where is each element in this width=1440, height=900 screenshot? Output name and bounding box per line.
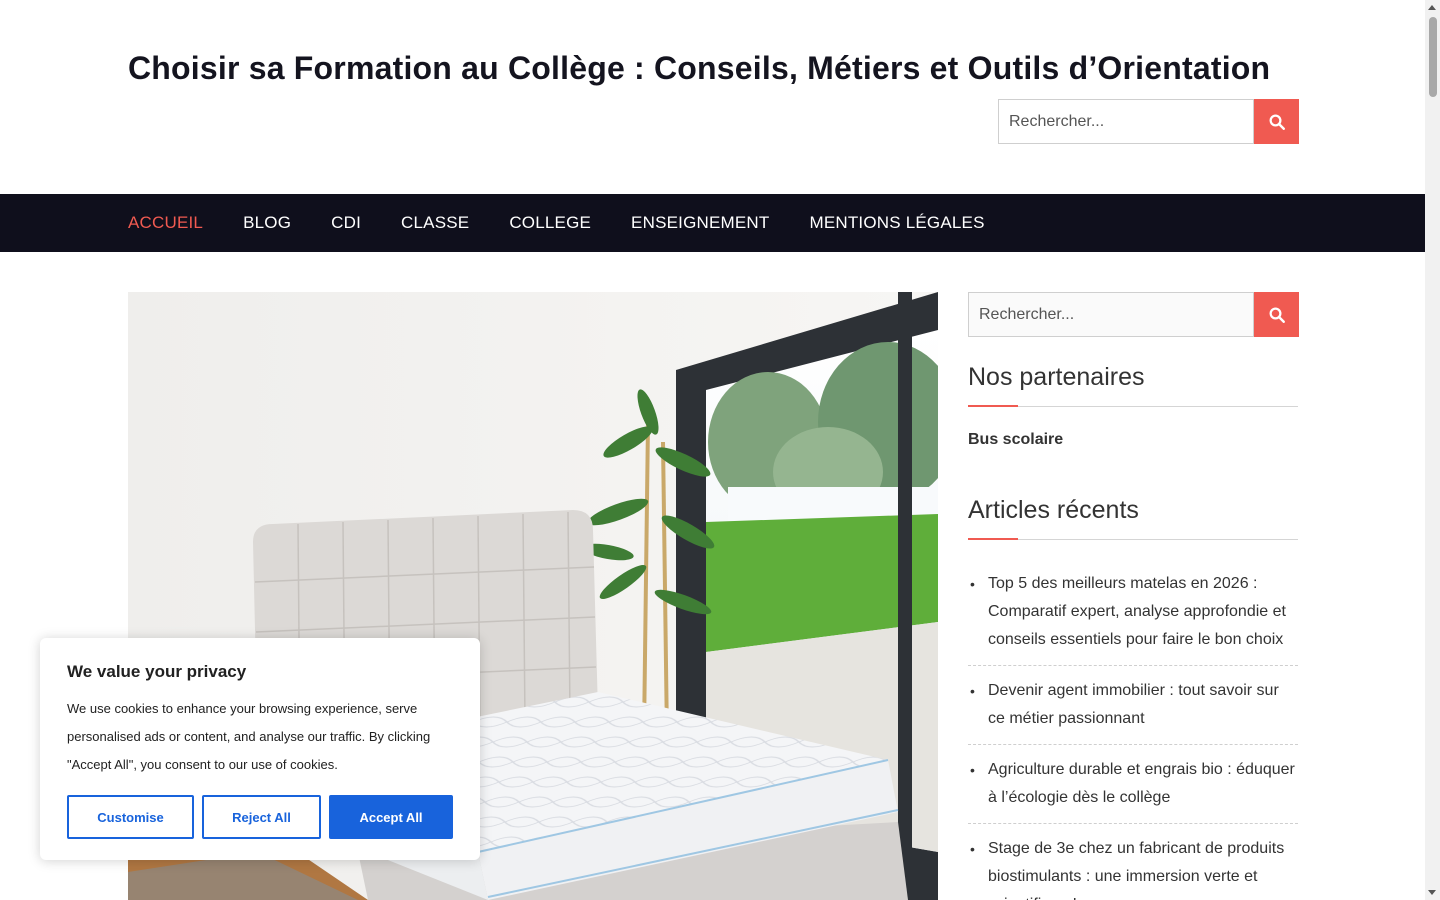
scroll-up-arrow-icon[interactable] — [1428, 5, 1436, 10]
main-nav: ACCUEIL BLOG CDI CLASSE COLLEGE ENSEIGNE… — [0, 194, 1425, 252]
search-icon — [1269, 307, 1285, 323]
nav-item-cdi[interactable]: CDI — [331, 213, 361, 233]
site-title[interactable]: Choisir sa Formation au Collège : Consei… — [128, 50, 1270, 87]
cookie-accept-button[interactable]: Accept All — [329, 795, 453, 839]
nav-item-classe[interactable]: CLASSE — [401, 213, 469, 233]
recent-article-link[interactable]: Stage de 3e chez un fabricant de produit… — [968, 835, 1298, 900]
recent-article-link[interactable]: Agriculture durable et engrais bio : édu… — [968, 756, 1298, 824]
header-search-button[interactable] — [1254, 99, 1299, 144]
recent-articles-list: Top 5 des meilleurs matelas en 2026 : Co… — [968, 570, 1298, 900]
sidebar-search-input[interactable] — [968, 292, 1254, 337]
cookie-title: We value your privacy — [67, 662, 247, 681]
nav-item-blog[interactable]: BLOG — [243, 213, 291, 233]
recent-divider — [968, 538, 1298, 540]
recent-article-link[interactable]: Devenir agent immobilier : tout savoir s… — [968, 677, 1298, 745]
header-search-input[interactable] — [998, 99, 1254, 144]
scroll-down-arrow-icon[interactable] — [1428, 890, 1436, 895]
partners-divider — [968, 405, 1298, 407]
nav-item-enseignement[interactable]: ENSEIGNEMENT — [631, 213, 769, 233]
cookie-customise-button[interactable]: Customise — [67, 795, 194, 839]
cookie-consent-banner: We value your privacy We use cookies to … — [40, 638, 480, 860]
partner-link-bus-scolaire[interactable]: Bus scolaire — [968, 431, 1063, 449]
sidebar-search — [968, 292, 1299, 337]
page: Choisir sa Formation au Collège : Consei… — [0, 0, 1425, 900]
scrollbar-thumb[interactable] — [1429, 17, 1437, 97]
recent-widget-title: Articles récents — [968, 496, 1139, 524]
recent-article-link[interactable]: Top 5 des meilleurs matelas en 2026 : Co… — [968, 570, 1298, 666]
header-search — [998, 99, 1299, 144]
page-scrollbar[interactable] — [1425, 0, 1440, 900]
nav-item-college[interactable]: COLLEGE — [509, 213, 591, 233]
nav-item-accueil[interactable]: ACCUEIL — [128, 213, 203, 233]
nav-list: ACCUEIL BLOG CDI CLASSE COLLEGE ENSEIGNE… — [128, 194, 1025, 252]
nav-item-mentions-legales[interactable]: MENTIONS LÉGALES — [809, 213, 984, 233]
cookie-reject-button[interactable]: Reject All — [202, 795, 321, 839]
search-icon — [1269, 114, 1285, 130]
sidebar-search-button[interactable] — [1254, 292, 1299, 337]
partners-widget-title: Nos partenaires — [968, 363, 1145, 391]
cookie-text: We use cookies to enhance your browsing … — [67, 701, 431, 772]
